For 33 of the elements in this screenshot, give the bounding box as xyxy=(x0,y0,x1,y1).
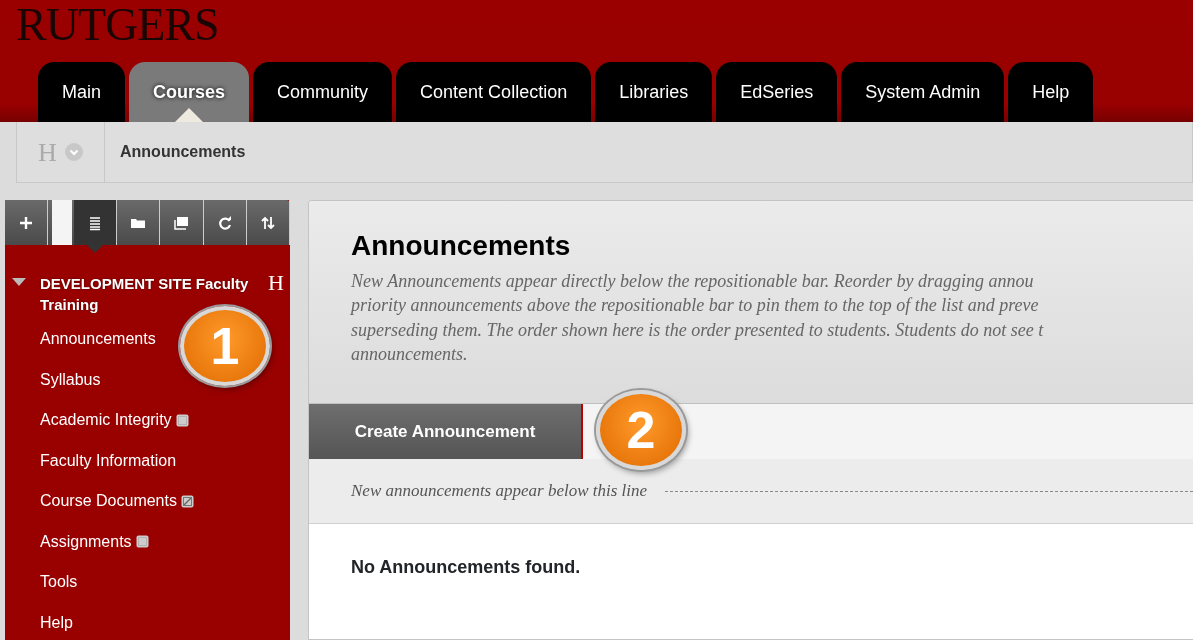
menu-link[interactable]: Help xyxy=(40,610,73,635)
breadcrumb-item: Announcements xyxy=(120,143,246,160)
hidden-item-icon xyxy=(175,413,189,427)
expand-arrow-icon[interactable] xyxy=(11,277,27,287)
create-announcement-button[interactable]: Create Announcement xyxy=(309,404,583,459)
nav-tab[interactable]: Community xyxy=(253,62,393,122)
nav-tab[interactable]: System Admin xyxy=(841,62,1005,122)
menu-link[interactable]: Tools xyxy=(40,570,78,595)
logo: RUTGERS xyxy=(16,2,219,48)
course-glyph: H xyxy=(268,273,284,297)
nav-tab[interactable]: Content Collection xyxy=(396,62,592,122)
page-title: Announcements xyxy=(351,229,572,263)
empty-message: No Announcements found. xyxy=(350,556,582,579)
menu-link[interactable]: Academic Integrity xyxy=(40,408,172,433)
page-description: New Announcements appear directly below the repositionable bar. Reorder by dragging annou priority announcements above the repositionable bar to pin them to the top of the list and preve superseding them. The order shown here is the order presented to students. Students do not see t announcements. xyxy=(351,269,1045,367)
sort-icon xyxy=(259,214,276,231)
divider-note: New announcements appear below this line xyxy=(351,480,648,503)
menu-link[interactable]: Course Documents xyxy=(40,489,177,514)
menu-link[interactable]: Assignments xyxy=(40,529,132,554)
nav-tab[interactable]: Courses xyxy=(129,62,250,122)
plus-icon xyxy=(18,214,35,231)
menu-link[interactable]: Announcements xyxy=(40,327,156,352)
list-icon xyxy=(87,214,103,231)
empty-item-icon xyxy=(180,494,194,508)
nav-tab[interactable]: EdSeries xyxy=(716,62,838,122)
windows-icon xyxy=(173,214,190,231)
menu-link[interactable]: Syllabus xyxy=(40,367,101,392)
hidden-item-icon xyxy=(135,535,149,549)
nav-tab[interactable]: Libraries xyxy=(595,62,713,122)
menu-link[interactable]: Faculty Information xyxy=(40,448,177,473)
nav-tab[interactable]: Main xyxy=(38,62,125,122)
nav-tab[interactable]: Help xyxy=(1008,62,1094,122)
refresh-icon xyxy=(216,214,233,231)
